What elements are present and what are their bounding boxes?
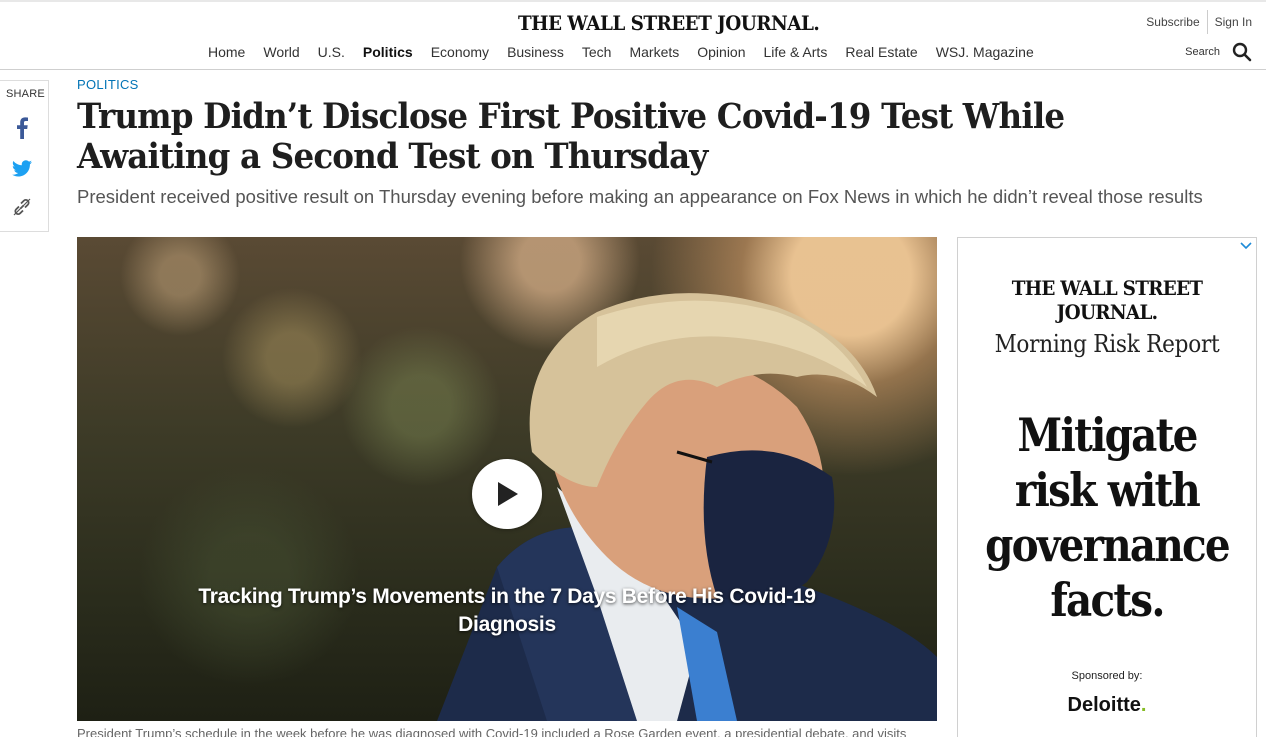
brand-dot: . [1140, 694, 1147, 716]
nav-item-economy[interactable]: Economy [431, 44, 489, 60]
ad-report-title: Morning Risk Report [994, 330, 1220, 358]
nav-item-politics[interactable]: Politics [363, 44, 413, 60]
wsj-masthead-logo[interactable]: THE WALL STREET JOURNAL. [518, 11, 820, 35]
nav-item-markets[interactable]: Markets [629, 44, 679, 60]
ad-headline-line: risk with [1014, 463, 1201, 517]
nav-item-life-arts[interactable]: Life & Arts [764, 44, 828, 60]
share-rail: SHARE [0, 80, 49, 232]
search-icon [1232, 42, 1252, 62]
facebook-icon[interactable] [11, 117, 33, 139]
chevron-down-icon[interactable] [1240, 240, 1252, 250]
nav-item-real-estate[interactable]: Real Estate [845, 44, 917, 60]
divider [1206, 10, 1208, 34]
video-title: Tracking Trump’s Movements in the 7 Days… [198, 585, 816, 636]
ad-masthead-logo: THE WALL STREET JOURNAL. [1011, 276, 1203, 324]
ad-headline-line: Mitigate [1017, 408, 1198, 462]
article-dek: President received positive result on Th… [77, 186, 1203, 207]
search-label: Search [1185, 46, 1220, 58]
article-headline: Trump Didn’t Disclose First Positive Cov… [77, 96, 1065, 177]
video-player[interactable]: Tracking Trump’s Movements in the 7 Days… [77, 237, 937, 721]
nav-item-business[interactable]: Business [507, 44, 564, 60]
nav-item-tech[interactable]: Tech [582, 44, 612, 60]
twitter-icon[interactable] [11, 157, 33, 179]
ad-headline-line: facts. [1050, 573, 1165, 627]
link-icon[interactable] [11, 196, 33, 218]
deloitte-logo: Deloitte. [958, 694, 1256, 717]
sponsored-ad[interactable]: THE WALL STREET JOURNAL. Morning Risk Re… [957, 237, 1257, 737]
site-header: THE WALL STREET JOURNAL. Subscribe Sign … [0, 0, 1266, 70]
play-button[interactable] [472, 459, 542, 529]
subscribe-link[interactable]: Subscribe [1146, 15, 1199, 29]
nav-item-home[interactable]: Home [208, 44, 245, 60]
ad-headline-line: governance [985, 518, 1231, 572]
ad-headline: Mitigate risk with governance facts. [976, 408, 1238, 628]
brand-name: Deloitte [1067, 694, 1141, 716]
ad-sponsor-label: Sponsored by: [1071, 670, 1143, 682]
nav-item-opinion[interactable]: Opinion [697, 44, 745, 60]
share-label: SHARE [6, 88, 45, 100]
nav-item-wsj-magazine[interactable]: WSJ. Magazine [936, 44, 1034, 60]
play-icon [498, 482, 518, 506]
nav-item-world[interactable]: World [263, 44, 299, 60]
nav-item-us[interactable]: U.S. [318, 44, 345, 60]
search-button[interactable]: Search [1185, 42, 1252, 62]
account-links: Subscribe Sign In [1146, 10, 1252, 34]
sign-in-link[interactable]: Sign In [1215, 15, 1252, 29]
section-nav: Home World U.S. Politics Economy Busines… [199, 44, 1043, 60]
video-caption: President Trump’s schedule in the week b… [77, 726, 907, 737]
section-kicker[interactable]: POLITICS [77, 77, 139, 92]
